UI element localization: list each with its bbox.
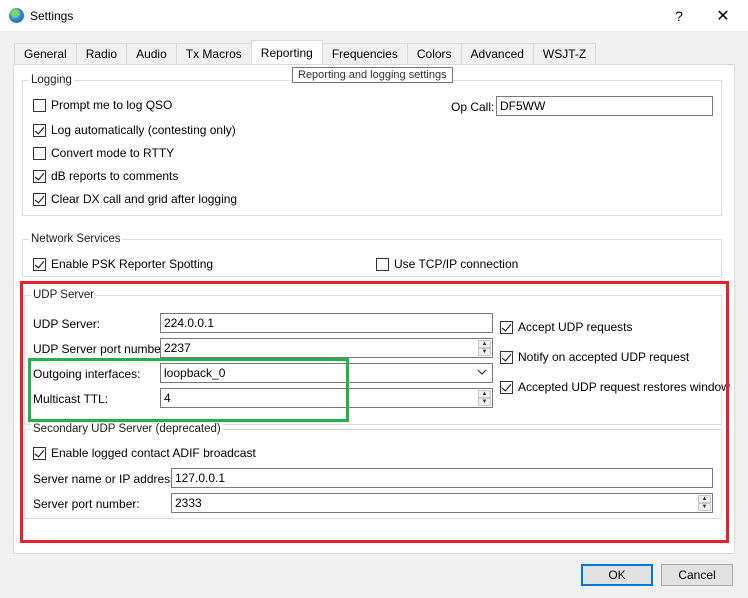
checkbox-box[interactable]	[33, 169, 46, 183]
spinbox-value: 2237	[164, 341, 191, 355]
tab-radio[interactable]: Radio	[75, 43, 128, 64]
checkbox-label: Log automatically (contesting only)	[51, 123, 236, 137]
tab-reporting[interactable]: Reporting	[250, 40, 323, 64]
checkbox-box[interactable]	[33, 192, 46, 206]
spin-up-icon[interactable]: ▲	[478, 390, 491, 398]
accept-udp-checkbox[interactable]: Accept UDP requests	[500, 319, 633, 335]
op-call-input[interactable]: DF5WW	[496, 96, 713, 116]
globe-icon	[9, 8, 24, 23]
notify-udp-checkbox[interactable]: Notify on accepted UDP request	[500, 349, 689, 365]
secondary-udp-title: Secondary UDP Server (deprecated)	[31, 422, 223, 436]
server-port-spinbox[interactable]: 2333 ▲ ▼	[171, 493, 713, 513]
ok-button[interactable]: OK	[581, 564, 653, 586]
udp-port-label: UDP Server port number:	[33, 342, 169, 356]
tab-audio[interactable]: Audio	[126, 43, 177, 64]
restore-window-checkbox[interactable]: Accepted UDP request restores window	[500, 379, 730, 395]
tab-colors[interactable]: Colors	[406, 43, 462, 64]
network-services-title: Network Services	[29, 232, 123, 246]
checkbox-label: Accepted UDP request restores window	[518, 380, 730, 394]
checkbox-label: Use TCP/IP connection	[394, 257, 519, 271]
outgoing-interfaces-combo[interactable]: loopback_0	[160, 363, 493, 383]
cancel-button[interactable]: Cancel	[661, 564, 733, 586]
tcp-ip-checkbox[interactable]: Use TCP/IP connection	[376, 256, 518, 272]
udp-server-title: UDP Server	[31, 288, 97, 302]
checkbox-box[interactable]	[500, 380, 513, 394]
spinbox-value: 4	[164, 391, 171, 405]
checkbox-box[interactable]	[33, 123, 46, 137]
close-button[interactable]: ✕	[700, 0, 746, 31]
spinbox-arrows[interactable]: ▲ ▼	[478, 340, 491, 356]
db-reports-checkbox[interactable]: dB reports to comments	[33, 168, 178, 184]
convert-rtty-checkbox[interactable]: Convert mode to RTTY	[33, 145, 174, 161]
adif-broadcast-checkbox[interactable]: Enable logged contact ADIF broadcast	[33, 445, 256, 461]
spin-down-icon[interactable]: ▼	[478, 348, 491, 356]
checkbox-box[interactable]	[376, 257, 389, 271]
tab-tx-macros[interactable]: Tx Macros	[175, 43, 252, 64]
server-name-label: Server name or IP address:	[33, 472, 180, 486]
clear-dx-checkbox[interactable]: Clear DX call and grid after logging	[33, 191, 237, 207]
title-bar: Settings ? ✕	[0, 0, 748, 31]
tab-general[interactable]: General	[14, 43, 77, 64]
udp-server-input[interactable]: 224.0.0.1	[160, 313, 493, 333]
prompt-qso-checkbox[interactable]: Prompt me to log QSO	[33, 97, 172, 113]
log-auto-checkbox[interactable]: Log automatically (contesting only)	[33, 122, 236, 138]
checkbox-label: Enable logged contact ADIF broadcast	[51, 446, 256, 460]
udp-port-spinbox[interactable]: 2237 ▲ ▼	[160, 338, 493, 358]
chevron-down-icon[interactable]	[477, 366, 487, 384]
tab-frequencies[interactable]: Frequencies	[321, 43, 408, 64]
checkbox-label: Notify on accepted UDP request	[518, 350, 690, 364]
spin-down-icon[interactable]: ▼	[478, 398, 491, 406]
tab-advanced[interactable]: Advanced	[460, 43, 534, 64]
spinbox-arrows[interactable]: ▲ ▼	[478, 390, 491, 406]
checkbox-box[interactable]	[33, 98, 46, 112]
help-button[interactable]: ?	[656, 0, 702, 31]
spin-up-icon[interactable]: ▲	[478, 340, 491, 348]
outgoing-interfaces-label: Outgoing interfaces:	[33, 367, 141, 381]
logging-title: Logging	[29, 73, 74, 87]
checkbox-label: Enable PSK Reporter Spotting	[51, 257, 214, 271]
checkbox-box[interactable]	[33, 146, 46, 160]
tab-bar: General Radio Audio Tx Macros Reporting …	[14, 40, 597, 64]
spinbox-arrows[interactable]: ▲ ▼	[698, 495, 711, 511]
server-name-input[interactable]: 127.0.0.1	[171, 468, 713, 488]
checkbox-label: dB reports to comments	[51, 169, 179, 183]
checkbox-label: Prompt me to log QSO	[51, 98, 173, 112]
server-port-label: Server port number:	[33, 497, 140, 511]
spinbox-value: 2333	[175, 496, 202, 510]
combo-value: loopback_0	[164, 366, 226, 380]
checkbox-label: Convert mode to RTTY	[51, 146, 175, 160]
checkbox-label: Clear DX call and grid after logging	[51, 192, 238, 206]
checkbox-box[interactable]	[500, 320, 513, 334]
psk-reporter-checkbox[interactable]: Enable PSK Reporter Spotting	[33, 256, 213, 272]
spin-up-icon[interactable]: ▲	[698, 495, 711, 503]
tab-wsjt-z[interactable]: WSJT-Z	[532, 43, 597, 64]
checkbox-box[interactable]	[33, 446, 46, 460]
op-call-label: Op Call:	[451, 100, 495, 114]
checkbox-box[interactable]	[500, 350, 513, 364]
multicast-ttl-spinbox[interactable]: 4 ▲ ▼	[160, 388, 493, 408]
udp-server-label: UDP Server:	[33, 317, 101, 331]
checkbox-label: Accept UDP requests	[518, 320, 633, 334]
multicast-ttl-label: Multicast TTL:	[33, 392, 109, 406]
tooltip: Reporting and logging settings	[292, 67, 453, 83]
spin-down-icon[interactable]: ▼	[698, 503, 711, 511]
window-title: Settings	[30, 9, 74, 23]
checkbox-box[interactable]	[33, 257, 46, 271]
